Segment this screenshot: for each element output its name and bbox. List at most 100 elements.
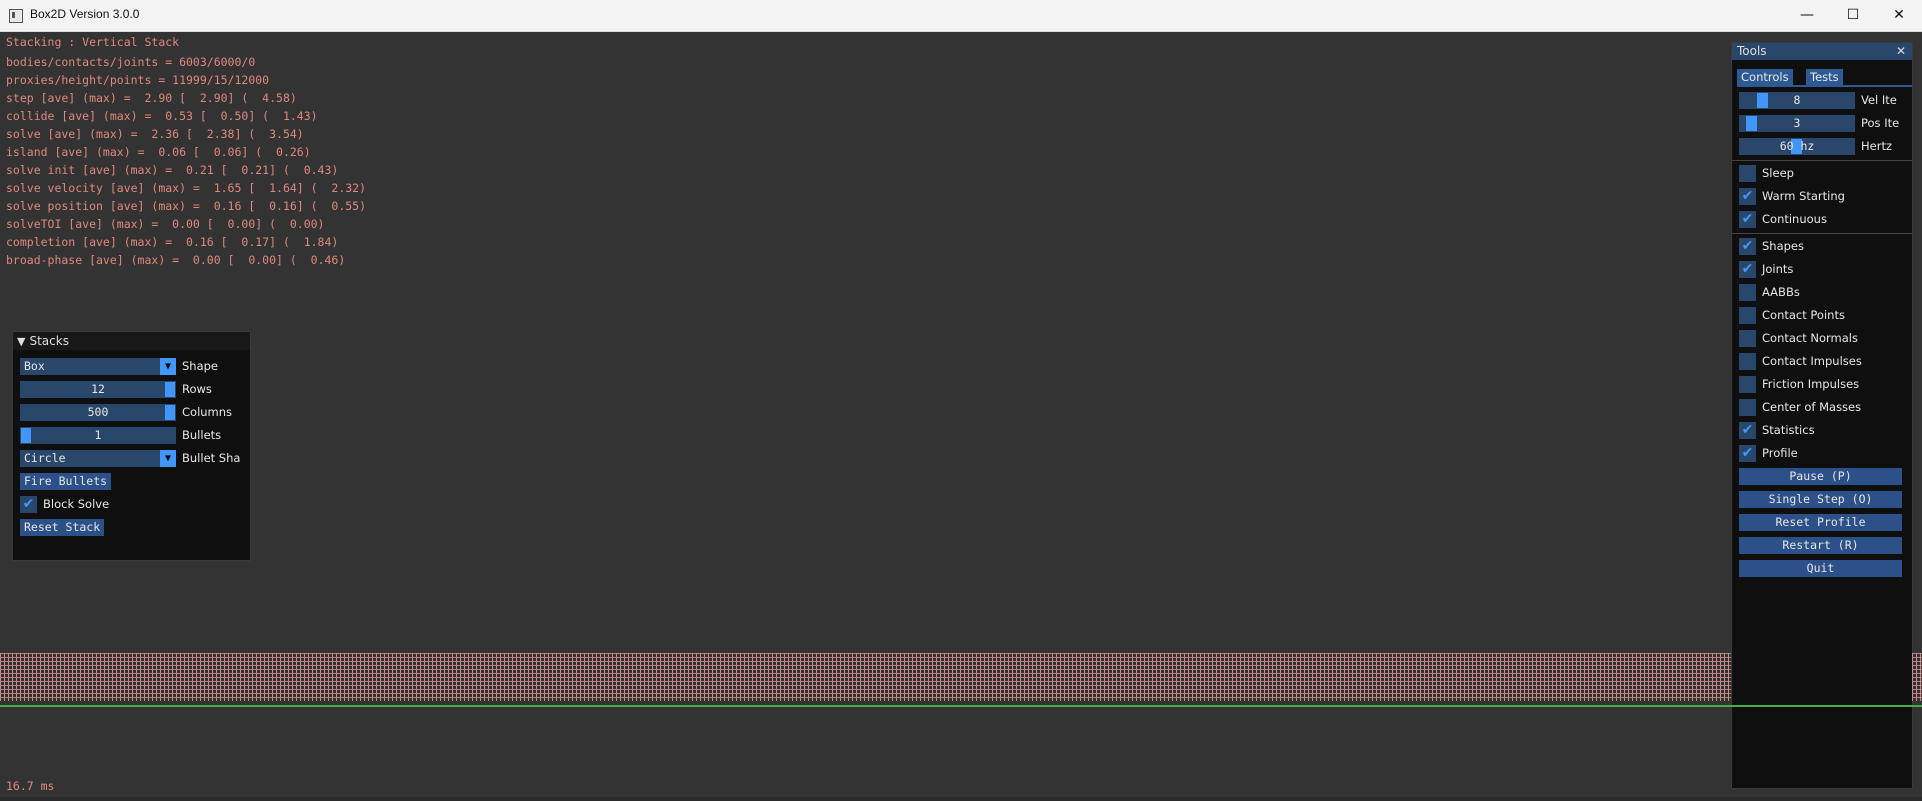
block-solve-label: Block Solve <box>43 497 110 511</box>
contact-impulses-checkbox[interactable] <box>1739 353 1756 370</box>
contact-points-checkbox[interactable] <box>1739 307 1756 324</box>
check-icon: ✔ <box>1741 422 1754 438</box>
shape-combo[interactable]: Box ▼ <box>20 358 176 375</box>
quit-button[interactable]: Quit <box>1739 560 1902 577</box>
bottom-strip <box>0 797 1922 801</box>
reset-profile-button[interactable]: Reset Profile <box>1739 514 1902 531</box>
collapse-triangle-icon[interactable]: ▼ <box>17 335 25 348</box>
statistics-label: Statistics <box>1762 423 1815 437</box>
contact-normals-label: Contact Normals <box>1762 331 1858 345</box>
stats-overlay: Stacking : Vertical Stack bodies/contact… <box>6 33 366 269</box>
continuous-label: Continuous <box>1762 212 1827 226</box>
vel-iterations-slider[interactable]: 8 <box>1739 92 1855 109</box>
joints-checkbox[interactable]: ✔ <box>1739 261 1756 278</box>
pos-iterations-grab[interactable] <box>1746 116 1757 131</box>
sleep-checkbox[interactable] <box>1739 165 1756 182</box>
statistics-checkbox[interactable]: ✔ <box>1739 422 1756 439</box>
contact-impulses-label: Contact Impulses <box>1762 354 1862 368</box>
joints-label: Joints <box>1762 262 1794 276</box>
bullet-shape-combo[interactable]: Circle ▼ <box>20 450 176 467</box>
stacks-panel[interactable]: ▼ Stacks Box ▼ Shape 12 Rows 500 Columns 1… <box>12 331 251 561</box>
pause-button[interactable]: Pause (P) <box>1739 468 1902 485</box>
stat-line: solve velocity [ave] (max) = 1.65 [ 1.64… <box>6 181 367 195</box>
stat-line: island [ave] (max) = 0.06 [ 0.06] ( 0.26… <box>6 145 311 159</box>
check-icon <box>1739 330 1756 347</box>
stat-line: collide [ave] (max) = 0.53 [ 0.50] ( 1.4… <box>6 109 318 123</box>
tools-panel[interactable]: Tools ✕ Controls Tests 8 Vel Ite 3 Pos It… <box>1731 42 1913 789</box>
chevron-down-icon[interactable]: ▼ <box>160 450 176 467</box>
tab-controls[interactable]: Controls <box>1737 69 1793 85</box>
minimize-icon[interactable]: — <box>1784 0 1830 31</box>
sleep-label: Sleep <box>1762 166 1794 180</box>
aabbs-label: AABBs <box>1762 285 1800 299</box>
block-solve-checkbox[interactable]: ✔ <box>20 496 37 513</box>
pos-iterations-value: 3 <box>1793 116 1801 130</box>
rows-value: 12 <box>91 382 105 396</box>
check-icon: ✔ <box>1741 211 1754 227</box>
profile-checkbox[interactable]: ✔ <box>1739 445 1756 462</box>
bullets-slider-grab[interactable] <box>21 428 31 443</box>
pos-iterations-slider[interactable]: 3 <box>1739 115 1855 132</box>
stat-line: bodies/contacts/joints = 6003/6000/0 <box>6 55 256 69</box>
stat-line: solve init [ave] (max) = 0.21 [ 0.21] ( … <box>6 163 339 177</box>
friction-impulses-checkbox[interactable] <box>1739 376 1756 393</box>
bullet-shape-combo-value: Circle <box>24 451 66 465</box>
stacks-panel-header[interactable]: ▼ Stacks <box>13 332 250 350</box>
box-stacks <box>0 653 1731 701</box>
reset-stack-button[interactable]: Reset Stack <box>20 519 105 536</box>
separator <box>1732 233 1912 234</box>
check-icon <box>1739 284 1756 301</box>
continuous-checkbox[interactable]: ✔ <box>1739 211 1756 228</box>
check-icon <box>1739 376 1756 393</box>
check-icon <box>1739 165 1756 182</box>
vel-iterations-grab[interactable] <box>1757 93 1768 108</box>
bullets-value: 1 <box>94 428 102 442</box>
stat-line: solveTOI [ave] (max) = 0.00 [ 0.00] ( 0.… <box>6 217 325 231</box>
window-title: Box2D Version 3.0.0 <box>30 7 140 21</box>
center-of-masses-checkbox[interactable] <box>1739 399 1756 416</box>
stat-line: solve position [ave] (max) = 0.16 [ 0.16… <box>6 199 367 213</box>
box-stacks-right <box>1912 653 1922 701</box>
bullets-slider[interactable]: 1 <box>20 427 176 444</box>
single-step-button[interactable]: Single Step (O) <box>1739 491 1902 508</box>
shapes-checkbox[interactable]: ✔ <box>1739 238 1756 255</box>
tools-panel-header[interactable]: Tools ✕ <box>1732 43 1912 60</box>
warm-starting-checkbox[interactable]: ✔ <box>1739 188 1756 205</box>
vel-iterations-value: 8 <box>1793 93 1801 107</box>
check-icon: ✔ <box>1741 445 1754 461</box>
columns-slider[interactable]: 500 <box>20 404 176 421</box>
rows-slider[interactable]: 12 <box>20 381 176 398</box>
tab-tests[interactable]: Tests <box>1806 69 1843 85</box>
bullets-label: Bullets <box>182 428 222 442</box>
fire-bullets-button[interactable]: Fire Bullets <box>20 473 112 490</box>
friction-impulses-label: Friction Impulses <box>1762 377 1860 391</box>
rows-slider-grab[interactable] <box>165 382 175 397</box>
warm-starting-label: Warm Starting <box>1762 189 1845 203</box>
check-icon <box>1739 353 1756 370</box>
maximize-icon[interactable]: ☐ <box>1830 0 1876 31</box>
stat-line: proxies/height/points = 11999/15/12000 <box>6 73 270 87</box>
ground-line <box>0 705 1922 707</box>
check-icon: ✔ <box>1741 188 1754 204</box>
sample-title: Stacking : Vertical Stack <box>6 35 180 49</box>
aabbs-checkbox[interactable] <box>1739 284 1756 301</box>
profile-label: Profile <box>1762 446 1798 460</box>
columns-slider-grab[interactable] <box>165 405 175 420</box>
title-bar: Box2D Version 3.0.0 — ☐ ✕ <box>0 0 1922 32</box>
shapes-label: Shapes <box>1762 239 1805 253</box>
vel-iterations-label: Vel Ite <box>1861 93 1897 107</box>
restart-button[interactable]: Restart (R) <box>1739 537 1902 554</box>
contact-normals-checkbox[interactable] <box>1739 330 1756 347</box>
close-icon[interactable]: ✕ <box>1896 43 1906 60</box>
columns-value: 500 <box>87 405 109 419</box>
stat-line: completion [ave] (max) = 0.16 [ 0.17] ( … <box>6 235 339 249</box>
chevron-down-icon[interactable]: ▼ <box>160 358 176 375</box>
stat-line: solve [ave] (max) = 2.36 [ 2.38] ( 3.54) <box>6 127 304 141</box>
center-of-masses-label: Center of Masses <box>1762 400 1862 414</box>
hertz-value: 60 hz <box>1779 139 1815 153</box>
shape-combo-value: Box <box>24 359 45 373</box>
hertz-slider[interactable]: 60 hz <box>1739 138 1855 155</box>
app-icon <box>9 9 23 23</box>
check-icon <box>1739 399 1756 416</box>
close-icon[interactable]: ✕ <box>1876 0 1922 31</box>
